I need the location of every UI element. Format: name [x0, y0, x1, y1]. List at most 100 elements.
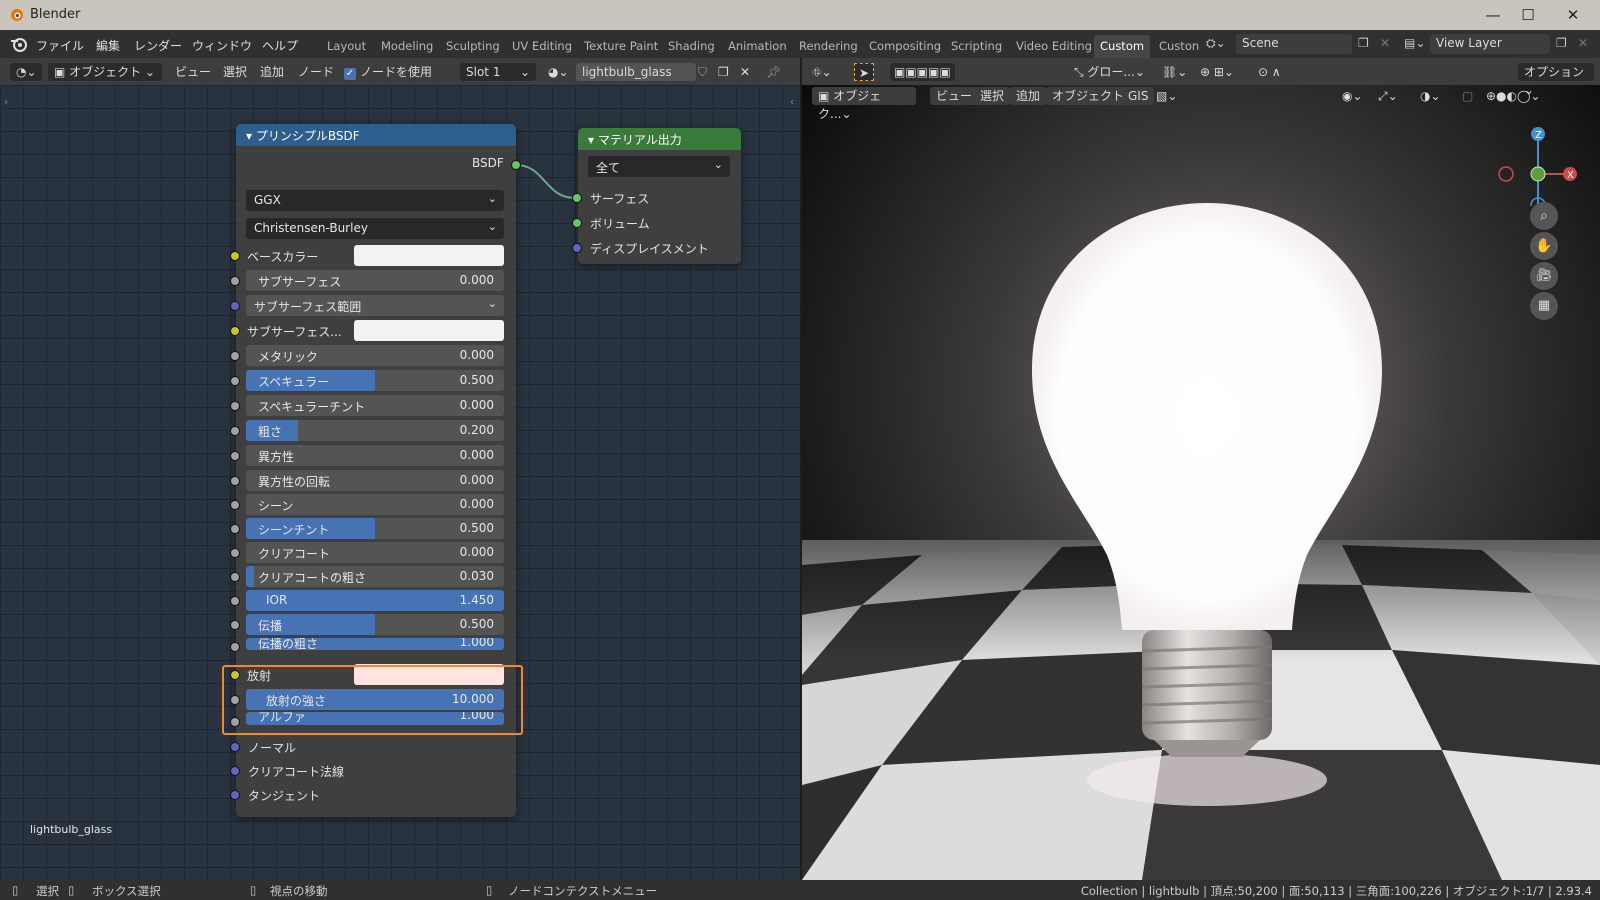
viewport-menu-add[interactable]: 追加 [1010, 87, 1047, 105]
unlink-material-icon[interactable]: ✕ [740, 63, 750, 81]
gis-icon[interactable]: ▧⌄ [1156, 87, 1177, 105]
specular-tint-field[interactable]: スペキュラーチント 0.000 [246, 395, 504, 416]
menu-render[interactable]: レンダー [134, 37, 182, 54]
gizmo-neg-x-axis[interactable] [1498, 166, 1514, 182]
zoom-icon[interactable]: ⌕ [1530, 202, 1558, 230]
tab-compositing[interactable]: Compositing [869, 39, 941, 53]
maximize-button[interactable]: ☐ [1515, 4, 1541, 26]
tab-texture-paint[interactable]: Texture Paint [584, 39, 658, 53]
fake-user-shield-icon[interactable]: ⛉ [698, 63, 707, 81]
output-target-dropdown[interactable]: 全て ⌄ [588, 156, 730, 177]
bsdf-output-socket[interactable] [511, 160, 521, 170]
transmission-roughness-field[interactable]: 伝播の粗さ 1.000 [246, 638, 504, 650]
specular-socket[interactable] [230, 376, 240, 386]
tab-shading[interactable]: Shading [668, 39, 715, 53]
distribution-dropdown[interactable]: GGX ⌄ [246, 190, 504, 211]
menu-select[interactable]: 選択 [223, 63, 247, 81]
material-browse-icon[interactable]: ◕⌄ [548, 63, 569, 81]
pivot-icon[interactable]: ⛓⌄ [1162, 63, 1187, 81]
duplicate-material-icon[interactable]: ❐ [718, 63, 729, 81]
metallic-field[interactable]: メタリック 0.000 [246, 345, 504, 366]
base-color-swatch[interactable] [354, 245, 504, 266]
clearcoat-normal-socket[interactable] [230, 766, 240, 776]
specular-field[interactable]: スペキュラー 0.500 [246, 370, 504, 391]
new-view-layer-icon[interactable]: ❐ [1556, 36, 1567, 50]
navigation-gizmo[interactable]: Z X [1482, 116, 1592, 206]
volume-input-socket[interactable] [572, 218, 582, 228]
subsurface-method-dropdown[interactable]: Christensen-Burley ⌄ [246, 218, 504, 239]
grid-icon[interactable]: ▦ [1530, 292, 1558, 320]
roughness-socket[interactable] [230, 426, 240, 436]
close-button[interactable]: ✕ [1560, 4, 1586, 26]
object-mode-dropdown[interactable]: ▣ オブジェクト ⌄ [48, 63, 162, 81]
subsurface-radius-socket[interactable] [230, 301, 240, 311]
subsurface-radius-field[interactable]: サブサーフェス範囲 ⌄ [246, 295, 504, 316]
transmission-roughness-socket[interactable] [230, 642, 240, 652]
viewport-menu-view[interactable]: ビュー [930, 87, 979, 105]
tab-scripting[interactable]: Scripting [951, 39, 1002, 53]
tangent-socket[interactable] [230, 790, 240, 800]
menu-add[interactable]: 追加 [260, 63, 284, 81]
anisotropic-socket[interactable] [230, 451, 240, 461]
minimize-button[interactable]: — [1480, 4, 1506, 26]
anisotropic-field[interactable]: 異方性 0.000 [246, 445, 504, 466]
slot-dropdown[interactable]: Slot 1 ⌄ [460, 63, 536, 81]
tab-layout[interactable]: Layout [327, 39, 366, 53]
anisotropic-rotation-socket[interactable] [230, 476, 240, 486]
pan-hand-icon[interactable]: ✋ [1530, 232, 1558, 260]
anisotropic-rotation-field[interactable]: 異方性の回転 0.000 [246, 470, 504, 491]
roughness-field[interactable]: 粗さ 0.200 [246, 420, 504, 441]
transmission-socket[interactable] [230, 620, 240, 630]
transform-orientation-dropdown[interactable]: ⤡ グロー...⌄ [1074, 63, 1145, 81]
menu-window[interactable]: ウィンドウ [192, 37, 252, 54]
specular-tint-socket[interactable] [230, 401, 240, 411]
viewport-menu-select[interactable]: 選択 [974, 87, 1011, 105]
blender-menu-icon[interactable] [10, 36, 28, 52]
ior-field[interactable]: IOR 1.450 [246, 590, 504, 611]
editor-type-icon[interactable]: ◔⌄ [10, 63, 42, 81]
material-name-field[interactable]: lightbulb_glass [576, 63, 696, 81]
menu-file[interactable]: ファイル [36, 37, 84, 54]
transmission-field[interactable]: 伝播 0.500 [246, 614, 504, 635]
snap-icon[interactable]: ⊕ ⊞⌄ [1200, 63, 1234, 81]
sheen-socket[interactable] [230, 500, 240, 510]
tab-video-editing[interactable]: Video Editing [1016, 39, 1092, 53]
shading-mode-icons[interactable]: ⊕●◐◯⌄ [1486, 87, 1540, 105]
menu-view[interactable]: ビュー [175, 63, 211, 81]
viewport-render[interactable] [802, 85, 1600, 880]
subsurface-field[interactable]: サブサーフェス 0.000 [246, 270, 504, 291]
clearcoat-field[interactable]: クリアコート 0.000 [246, 542, 504, 563]
view-layer-field[interactable]: View Layer [1430, 34, 1550, 54]
overlay-icon[interactable]: ◑⌄ [1420, 87, 1441, 105]
scene-selector-icon[interactable]: ⛭⌄ [1206, 36, 1226, 51]
tab-uv-editing[interactable]: UV Editing [512, 39, 572, 53]
delete-view-layer-icon[interactable]: ✕ [1578, 36, 1588, 50]
xray-icon[interactable]: ▢ [1462, 87, 1473, 105]
menu-help[interactable]: ヘルプ [262, 37, 298, 54]
viewport-menu-object[interactable]: オブジェクト [1046, 87, 1131, 105]
principled-node-header[interactable]: ▾ プリンシプルBSDF [236, 124, 516, 146]
menu-node[interactable]: ノード [298, 63, 334, 81]
subsurface-socket[interactable] [230, 276, 240, 286]
tab-custom[interactable]: Custom [1094, 35, 1151, 58]
output-node-header[interactable]: ▾ マテリアル出力 [578, 128, 741, 150]
tab-modeling[interactable]: Modeling [381, 39, 433, 53]
object-mode-dropdown[interactable]: ▣ オブジェク...⌄ [812, 87, 916, 121]
node-canvas[interactable]: › ‹ ▾ プリンシプルBSDF BSDF GGX ⌄ Christensen-B… [0, 85, 800, 880]
delete-scene-icon[interactable]: ✕ [1380, 36, 1390, 50]
new-scene-icon[interactable]: ❐ [1358, 36, 1369, 50]
selection-mode-icons[interactable]: ▣▣▣▣▣ [890, 63, 955, 81]
3d-viewport[interactable]: ⛗⌄ ➤ ▣▣▣▣▣ ⤡ グロー...⌄ ⛓⌄ ⊕ ⊞⌄ ⊙ ∧ オプション ⌄… [802, 58, 1600, 880]
clearcoat-roughness-socket[interactable] [230, 572, 240, 582]
pin-icon[interactable]: 📌︎ [766, 63, 781, 81]
proportional-edit-icon[interactable]: ⊙ ∧ [1258, 63, 1281, 81]
tab-animation[interactable]: Animation [728, 39, 787, 53]
ior-socket[interactable] [230, 596, 240, 606]
clearcoat-roughness-field[interactable]: クリアコートの粗さ 0.030 [246, 566, 504, 587]
sheen-field[interactable]: シーン 0.000 [246, 494, 504, 515]
gizmo-toggle-icon[interactable]: ⤢⌄ [1378, 87, 1398, 105]
options-dropdown[interactable]: オプション ⌄ [1518, 63, 1594, 97]
subsurface-color-socket[interactable] [230, 326, 240, 336]
sheen-tint-socket[interactable] [230, 524, 240, 534]
tab-rendering[interactable]: Rendering [799, 39, 858, 53]
